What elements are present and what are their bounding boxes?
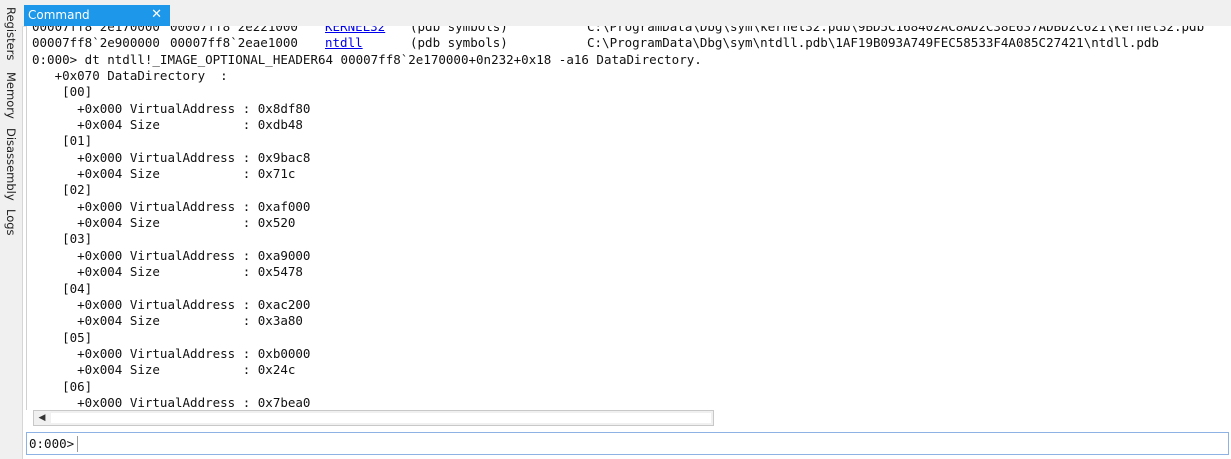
side-tab-strip: Registers Memory Disassembly Logs bbox=[0, 0, 23, 459]
module-symbols: (pdb symbols) bbox=[410, 35, 508, 51]
output-line: +0x004 Size : 0x520 bbox=[32, 215, 296, 231]
module-row-kernel32: 00007ff8`2e170000 00007ff8`2e221000 KERN… bbox=[27, 26, 1231, 35]
command-prompt: 0:000> bbox=[29, 436, 79, 452]
scroll-thumb[interactable] bbox=[51, 413, 711, 423]
module-path: C:\ProgramData\Dbg\sym\ntdll.pdb\1AF19B0… bbox=[587, 35, 1159, 51]
output-line: [06] bbox=[32, 378, 93, 394]
output-line: +0x000 VirtualAddress : 0x9bac8 bbox=[32, 149, 311, 165]
tab-command[interactable]: Command ✕ bbox=[24, 5, 170, 26]
output-line: +0x004 Size : 0xdb48 bbox=[32, 117, 303, 133]
output-line: [00] bbox=[32, 84, 93, 100]
output-line: +0x004 Size : 0x24c bbox=[32, 362, 296, 378]
module-path: C:\ProgramData\Dbg\sym\kernel32.pdb\9BD5… bbox=[587, 26, 1205, 34]
horizontal-scrollbar[interactable]: ◀ bbox=[33, 410, 714, 426]
output-line: [03] bbox=[32, 231, 93, 247]
close-icon[interactable]: ✕ bbox=[151, 7, 162, 22]
output-line: +0x004 Size : 0x71c bbox=[32, 166, 296, 182]
module-start: 00007ff8`2e170000 bbox=[32, 26, 160, 34]
output-line: [01] bbox=[32, 133, 93, 149]
output-line: +0x004 Size : 0x3a80 bbox=[32, 313, 303, 329]
output-line: +0x004 Size : 0x5478 bbox=[32, 264, 303, 280]
module-symbols: (pdb symbols) bbox=[410, 26, 508, 34]
command-input[interactable] bbox=[105, 435, 1224, 454]
output-line: +0x000 VirtualAddress : 0xa9000 bbox=[32, 247, 311, 263]
module-end: 00007ff8`2eae1000 bbox=[170, 35, 298, 51]
tab-command-label: Command bbox=[28, 8, 90, 22]
output-line: +0x000 VirtualAddress : 0xb0000 bbox=[32, 345, 311, 361]
output-line: +0x000 VirtualAddress : 0x8df80 bbox=[32, 100, 311, 116]
output-line: [05] bbox=[32, 329, 93, 345]
module-end: 00007ff8`2e221000 bbox=[170, 26, 298, 34]
output-line: +0x070 DataDirectory : bbox=[32, 68, 228, 84]
command-output[interactable]: 00007ff8`2e170000 00007ff8`2e221000 KERN… bbox=[26, 26, 1231, 410]
side-tab-logs[interactable]: Logs bbox=[0, 206, 22, 238]
output-line: +0x000 VirtualAddress : 0xaf000 bbox=[32, 198, 311, 214]
module-link-kernel32[interactable]: KERNEL32 bbox=[325, 26, 385, 35]
side-tab-disassembly[interactable]: Disassembly bbox=[0, 124, 22, 204]
side-tab-registers[interactable]: Registers bbox=[0, 2, 22, 66]
output-line: [04] bbox=[32, 280, 93, 296]
module-start: 00007ff8`2e900000 bbox=[32, 35, 160, 51]
output-lines: 0:000> dt ntdll!_IMAGE_OPTIONAL_HEADER64… bbox=[27, 52, 1231, 410]
output-line: 0:000> dt ntdll!_IMAGE_OPTIONAL_HEADER64… bbox=[32, 51, 702, 67]
side-tab-memory[interactable]: Memory bbox=[0, 68, 22, 122]
command-input-bar: 0:000> bbox=[26, 432, 1229, 455]
module-row-ntdll: 00007ff8`2e900000 00007ff8`2eae1000 ntdl… bbox=[27, 35, 1231, 51]
output-line: +0x000 VirtualAddress : 0xac200 bbox=[32, 296, 311, 312]
output-line: +0x000 VirtualAddress : 0x7bea0 bbox=[32, 394, 311, 410]
tab-bar: Command ✕ bbox=[22, 0, 1231, 27]
scroll-left-icon[interactable]: ◀ bbox=[34, 411, 50, 425]
module-link-ntdll[interactable]: ntdll bbox=[325, 35, 363, 51]
output-line: [02] bbox=[32, 182, 93, 198]
